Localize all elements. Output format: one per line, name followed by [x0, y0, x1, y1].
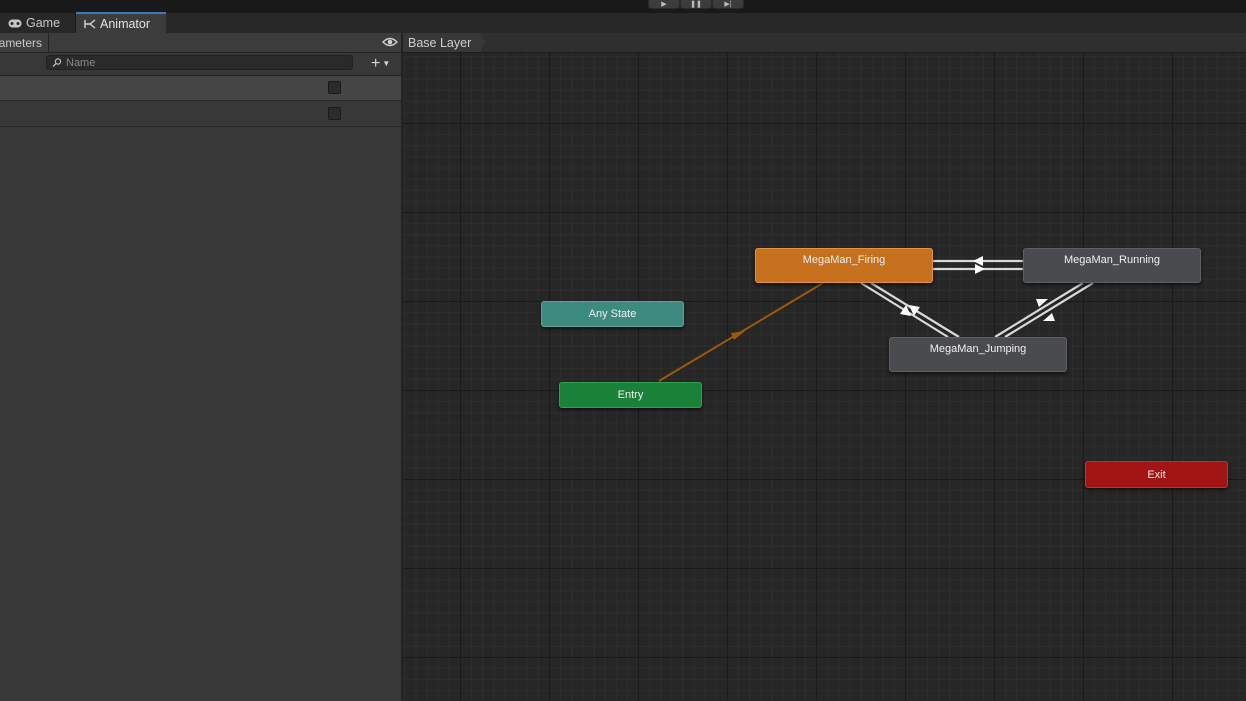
- state-megaman-jumping[interactable]: MegaMan_Jumping: [889, 337, 1067, 372]
- play-controls-bar: ▶ ❚❚ ▶|: [0, 0, 1246, 13]
- step-button[interactable]: ▶|: [712, 0, 744, 9]
- transition-arrow-icon: [731, 331, 745, 340]
- tab-parameters[interactable]: ameters: [0, 33, 49, 52]
- tab-parameters-label: ameters: [0, 35, 42, 50]
- parameter-checkbox[interactable]: [328, 107, 341, 120]
- state-label: MegaMan_Running: [1063, 254, 1160, 266]
- transition-jumping-to-running[interactable]: [994, 282, 1084, 338]
- play-icon: ▶: [661, 1, 667, 8]
- plus-icon: +: [371, 55, 381, 72]
- gamepad-icon: [8, 19, 22, 27]
- tab-animator-label: Animator: [100, 16, 151, 31]
- pause-button[interactable]: ❚❚: [680, 0, 712, 9]
- state-label: Entry: [617, 389, 644, 401]
- animator-graph[interactable]: Base Layer MegaMan_Firing MegaMan_Runnin…: [403, 33, 1246, 701]
- tab-game[interactable]: Game: [0, 13, 76, 33]
- transition-running-to-jumping[interactable]: [1004, 282, 1094, 338]
- play-button[interactable]: ▶: [648, 0, 680, 9]
- chevron-down-icon: ▼: [382, 59, 391, 68]
- tab-game-label: Game: [26, 16, 61, 30]
- state-megaman-running[interactable]: MegaMan_Running: [1023, 248, 1201, 283]
- state-label: MegaMan_Firing: [802, 254, 886, 266]
- parameters-header: ameters: [0, 33, 401, 53]
- parameter-checkbox[interactable]: [328, 81, 341, 94]
- state-any-state[interactable]: Any State: [541, 301, 684, 327]
- transition-arrow-icon: [1043, 313, 1055, 321]
- add-parameter-button[interactable]: + ▼: [371, 56, 399, 72]
- transition-arrow-icon: [975, 264, 985, 274]
- parameter-row[interactable]: [0, 76, 401, 101]
- tab-animator[interactable]: Animator: [76, 12, 166, 33]
- search-input[interactable]: [66, 56, 346, 69]
- search-icon: [52, 58, 62, 67]
- transition-layer: [658, 256, 1094, 382]
- state-entry[interactable]: Entry: [559, 382, 702, 408]
- state-megaman-firing[interactable]: MegaMan_Firing: [755, 248, 933, 283]
- parameter-search-box[interactable]: [46, 55, 353, 70]
- step-icon: ▶|: [724, 1, 732, 8]
- animator-icon: [84, 18, 96, 29]
- window-tab-bar: Game Animator: [0, 12, 1246, 34]
- parameter-search-row: + ▼: [0, 53, 401, 76]
- state-label: Exit: [1147, 468, 1166, 481]
- state-exit[interactable]: Exit: [1085, 461, 1228, 488]
- parameters-panel: ameters + ▼: [0, 33, 403, 701]
- parameter-row[interactable]: [0, 102, 401, 127]
- state-label: Any State: [588, 308, 637, 320]
- pause-icon: ❚❚: [690, 1, 702, 8]
- eye-icon[interactable]: [382, 36, 398, 48]
- state-label: MegaMan_Jumping: [929, 343, 1027, 355]
- transition-arrow-icon: [973, 256, 983, 266]
